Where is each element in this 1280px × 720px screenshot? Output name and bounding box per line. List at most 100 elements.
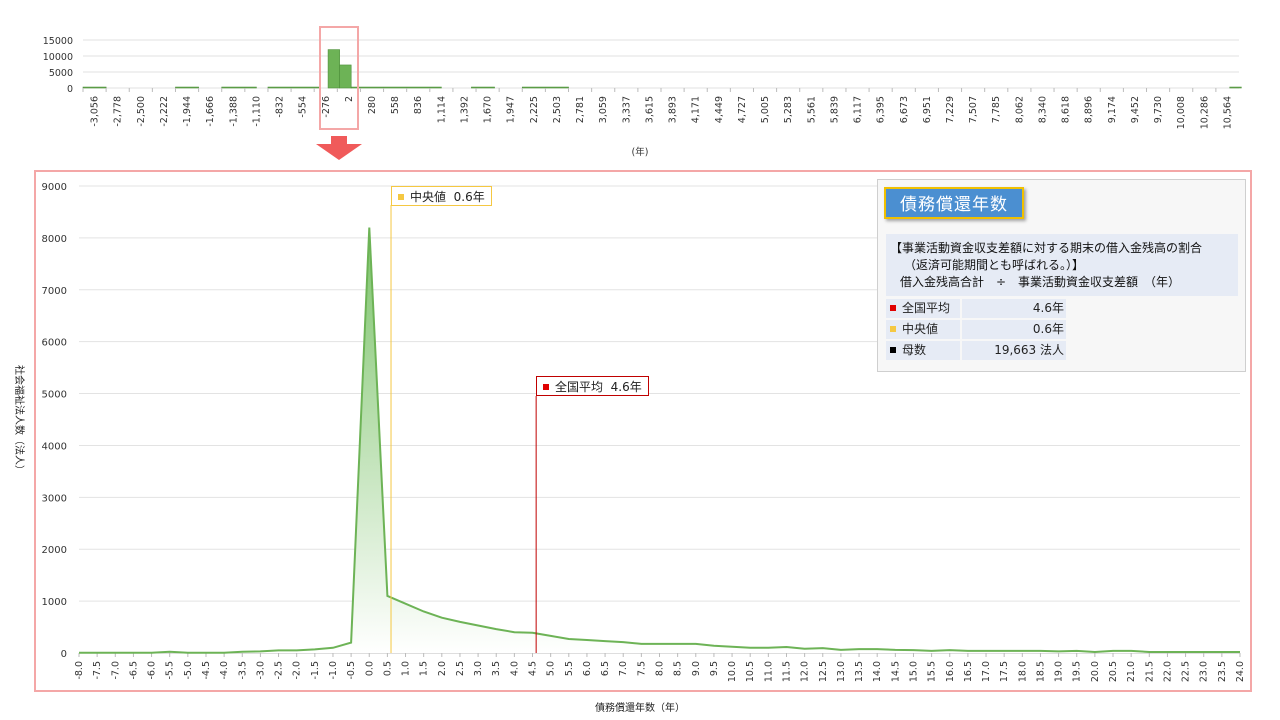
overview-x-tick: 280	[367, 96, 378, 114]
overview-x-tick: 3,615	[644, 96, 655, 123]
overview-bar	[221, 86, 257, 89]
x-tick-label: 13.0	[836, 661, 847, 682]
x-tick-label: 5.0	[546, 661, 557, 676]
x-tick-label: 14.0	[872, 661, 883, 682]
x-tick-label: 22.5	[1181, 661, 1192, 682]
overview-y-tick: 5000	[49, 68, 73, 79]
overview-bar	[327, 49, 340, 89]
x-tick-label: 15.0	[908, 661, 919, 682]
overview-x-tick: -276	[321, 96, 332, 118]
x-tick-label: -5.0	[183, 661, 194, 680]
overview-x-axis-label: (年)	[632, 146, 649, 158]
overview-x-tick: -1,944	[182, 96, 193, 127]
x-tick-label: 17.0	[981, 661, 992, 682]
overview-x-tick: 3,337	[621, 96, 632, 123]
x-tick-label: 17.5	[999, 661, 1010, 682]
overview-x-tick: 10,008	[1176, 96, 1187, 129]
info-row-value: 19,663 法人	[962, 341, 1066, 360]
x-tick-label: 3.0	[473, 661, 484, 676]
x-tick-label: -0.5	[346, 661, 357, 680]
overview-x-tick: 3,059	[598, 96, 609, 123]
overview-x-tick: -2,500	[136, 96, 147, 127]
overview-x-tick: 1,947	[506, 96, 517, 123]
x-tick-label: 19.0	[1054, 661, 1065, 682]
overview-x-tick: 8,618	[1061, 96, 1072, 123]
x-tick-label: 16.0	[945, 661, 956, 682]
overview-x-tick: 7,507	[968, 96, 979, 123]
overview-bar	[350, 86, 442, 89]
y-tick-label: 2000	[42, 545, 67, 556]
x-tick-label: -8.0	[74, 661, 85, 680]
mean-callout: 全国平均 4.6年	[536, 376, 649, 396]
info-row-mean: 全国平均 4.6年	[886, 299, 1066, 318]
overview-x-tick: 5,839	[829, 96, 840, 123]
info-row-median: 中央値 0.6年	[886, 320, 1066, 339]
x-tick-label: 4.5	[528, 661, 539, 676]
y-tick-label: 6000	[42, 338, 67, 349]
info-row-value: 4.6年	[962, 299, 1066, 318]
overview-x-tick: 6,117	[853, 96, 864, 123]
info-title: 債務償還年数	[884, 187, 1024, 219]
overview-x-tick: 5,005	[760, 96, 771, 123]
overview-x-tick: 6,673	[899, 96, 910, 123]
x-tick-label: -3.5	[237, 661, 248, 680]
info-desc-line3: 借入金残高合計 ÷ 事業活動資金収支差額 （年）	[900, 275, 1181, 289]
mean-callout-value: 4.6年	[610, 380, 642, 394]
info-row-value: 0.6年	[962, 320, 1066, 339]
x-tick-label: -4.5	[201, 661, 212, 680]
info-desc-line2: （返済可能期間とも呼ばれる。）】	[904, 258, 1085, 272]
overview-x-tick: 1,670	[483, 96, 494, 123]
y-tick-label: 3000	[42, 493, 67, 504]
x-tick-label: 3.5	[491, 661, 502, 676]
overview-y-tick: 10000	[43, 52, 73, 63]
overview-x-tick: 8,896	[1084, 96, 1095, 123]
x-tick-label: 9.5	[709, 661, 720, 676]
x-tick-label: -3.0	[255, 661, 266, 680]
x-tick-label: 18.5	[1035, 661, 1046, 682]
x-tick-label: 10.5	[745, 661, 756, 682]
overview-x-tick: -554	[298, 96, 309, 118]
overview-y-tick: 15000	[43, 36, 73, 47]
info-row-label: 中央値	[902, 322, 939, 336]
x-tick-label: 14.5	[890, 661, 901, 682]
median-callout-value: 0.6年	[453, 190, 485, 204]
x-tick-label: 2.5	[455, 661, 466, 676]
overview-x-tick: 2	[344, 96, 355, 102]
x-tick-label: -4.0	[219, 661, 230, 680]
y-tick-label: 4000	[42, 441, 67, 452]
overview-x-tick: 2,781	[575, 96, 586, 123]
x-tick-label: -2.5	[274, 661, 285, 680]
overview-x-tick: -1,666	[205, 96, 216, 127]
x-tick-label: 7.5	[636, 661, 647, 676]
count-legend-icon	[890, 346, 896, 353]
x-tick-label: -7.5	[92, 661, 103, 680]
overview-bar	[521, 86, 569, 89]
overview-x-tick: 4,727	[737, 96, 748, 123]
overview-x-tick: 9,730	[1153, 96, 1164, 123]
overview-bar	[175, 86, 199, 89]
x-tick-label: -6.0	[147, 661, 158, 680]
x-tick-label: 18.0	[1017, 661, 1028, 682]
x-tick-label: 20.5	[1108, 661, 1119, 682]
overview-x-tick: 5,561	[806, 96, 817, 123]
median-square-icon	[398, 193, 404, 200]
y-tick-label: 1000	[42, 597, 67, 608]
overview-x-tick: 6,951	[922, 96, 933, 123]
x-tick-label: 0.5	[382, 661, 393, 676]
overview-x-tick: 7,229	[945, 96, 956, 123]
overview-x-tick: 4,171	[691, 96, 702, 123]
info-description: 【事業活動資金収支差額に対する期末の借入金残高の割合 （返済可能期間とも呼ばれる…	[886, 234, 1238, 296]
y-tick-label: 9000	[42, 182, 67, 193]
mean-square-icon	[543, 383, 549, 390]
median-callout-label: 中央値	[410, 190, 447, 204]
x-tick-label: 1.5	[419, 661, 430, 676]
y-tick-label: 0	[61, 649, 67, 660]
x-tick-label: -1.0	[328, 661, 339, 680]
info-row-label: 母数	[902, 343, 927, 357]
overview-x-tick: -832	[275, 96, 286, 118]
x-tick-label: 11.5	[781, 661, 792, 682]
x-tick-label: 8.0	[655, 661, 666, 676]
median-legend-icon	[890, 325, 896, 332]
y-axis-title: 社会福祉法人数（法人）	[13, 365, 26, 475]
y-tick-label: 8000	[42, 234, 67, 245]
